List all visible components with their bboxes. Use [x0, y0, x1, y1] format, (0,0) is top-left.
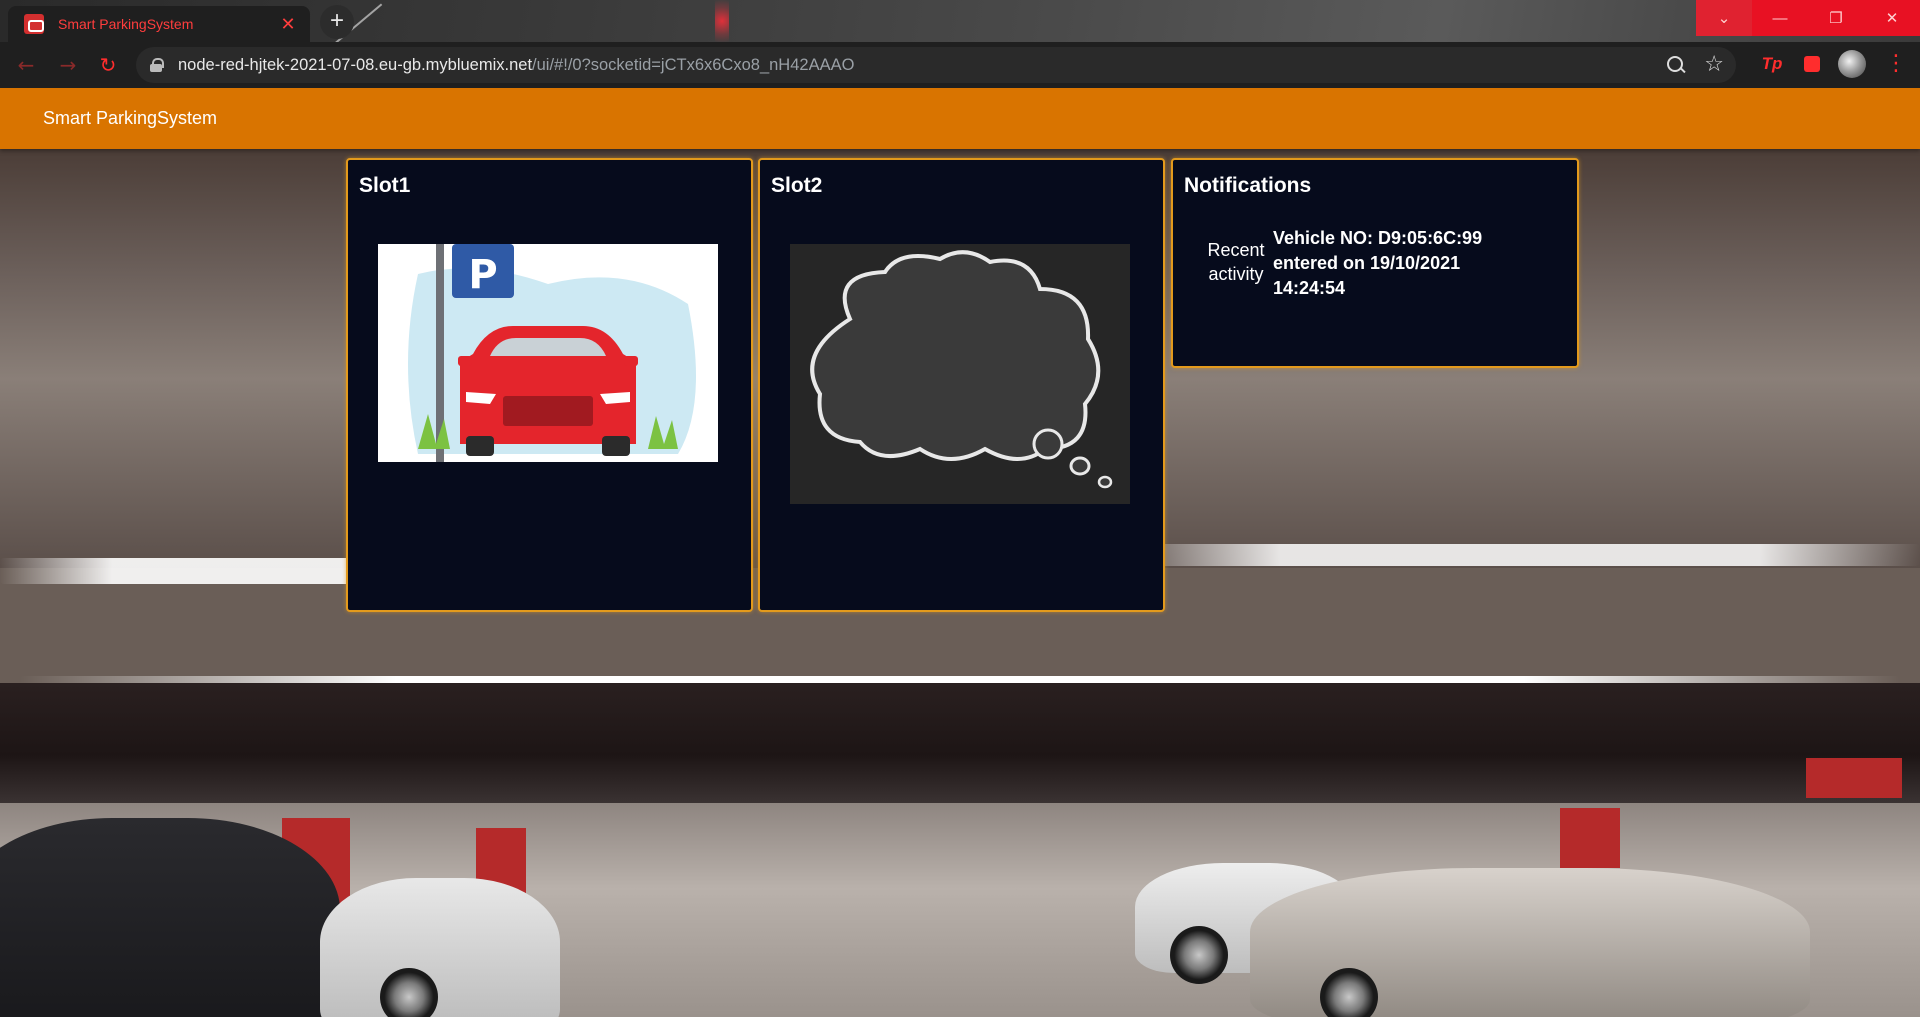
- lock-icon[interactable]: [150, 58, 164, 72]
- thought-bubble-icon: [790, 244, 1130, 504]
- extensions-puzzle-icon[interactable]: [1798, 50, 1826, 78]
- parking-car-icon: P: [378, 244, 718, 462]
- url-field[interactable]: node-red-hjtek-2021-07-08.eu-gb.mybluemi…: [136, 47, 1736, 83]
- background-wheel: [1170, 926, 1228, 984]
- background-shadow: [0, 683, 1920, 803]
- minimize-button[interactable]: —: [1752, 0, 1808, 36]
- address-bar: ← → ↻ node-red-hjtek-2021-07-08.eu-gb.my…: [0, 42, 1920, 88]
- url-path: /ui/#!/0?socketid=jCTx6x6Cxo8_nH42AAAO: [532, 55, 855, 74]
- slot1-card: Slot1 P: [346, 158, 753, 612]
- slot1-occupied-image: P: [378, 244, 718, 462]
- slot2-title: Slot2: [771, 174, 823, 197]
- browser-tab[interactable]: Smart ParkingSystem ✕: [8, 6, 310, 42]
- forward-icon[interactable]: →: [48, 45, 88, 85]
- slot2-card: Slot2: [758, 158, 1165, 612]
- notification-message: Vehicle NO: D9:05:6C:99 entered on 19/10…: [1273, 228, 1483, 298]
- notification-label: Recent activity: [1207, 240, 1265, 284]
- slot1-title: Slot1: [359, 174, 411, 197]
- tab-search-button[interactable]: ⌄: [1696, 0, 1752, 36]
- background-car: [0, 818, 340, 1017]
- background-glow: [715, 0, 729, 42]
- notifications-title: Notifications: [1184, 174, 1312, 197]
- window-controls: ⌄ — ❐ ✕: [1696, 0, 1920, 36]
- slot2-empty-image: [790, 244, 1130, 504]
- extension-tp-icon[interactable]: Tp: [1758, 50, 1786, 78]
- reload-icon[interactable]: ↻: [88, 45, 128, 85]
- zoom-icon[interactable]: [1666, 55, 1686, 75]
- restore-button[interactable]: ❐: [1808, 0, 1864, 36]
- url-host: node-red-hjtek-2021-07-08.eu-gb.mybluemi…: [178, 55, 533, 74]
- new-tab-button[interactable]: +: [320, 5, 354, 39]
- background-pillar: [1806, 758, 1902, 798]
- browser-tabstrip: Smart ParkingSystem ✕ + ⌄ — ❐ ✕: [0, 0, 1920, 42]
- notification-item: Recent activity Vehicle NO: D9:05:6C:99 …: [1207, 226, 1503, 301]
- ceiling-light: [1120, 544, 1920, 566]
- tab-title: Smart ParkingSystem: [58, 16, 194, 32]
- kebab-menu-icon[interactable]: ⋮: [1882, 50, 1910, 78]
- background-wheel: [1320, 968, 1378, 1017]
- bookmark-star-icon[interactable]: ☆: [1704, 54, 1724, 76]
- svg-text:P: P: [468, 252, 497, 298]
- background-car: [320, 878, 560, 1017]
- background-wheel: [380, 968, 438, 1017]
- page-title: Smart ParkingSystem: [43, 108, 218, 128]
- close-window-button[interactable]: ✕: [1864, 0, 1920, 36]
- notifications-card: Notifications Recent activity Vehicle NO…: [1171, 158, 1579, 368]
- profile-avatar[interactable]: [1838, 50, 1866, 78]
- favicon-icon: [24, 14, 44, 34]
- close-tab-icon[interactable]: ✕: [278, 14, 298, 35]
- back-icon[interactable]: ←: [6, 45, 46, 85]
- dashboard-header: Smart ParkingSystem: [0, 88, 1920, 149]
- background-pillar: [1560, 808, 1620, 868]
- dashboard-page: Smart ParkingSystem Slot1 P Slot2 Notifi…: [0, 88, 1920, 1017]
